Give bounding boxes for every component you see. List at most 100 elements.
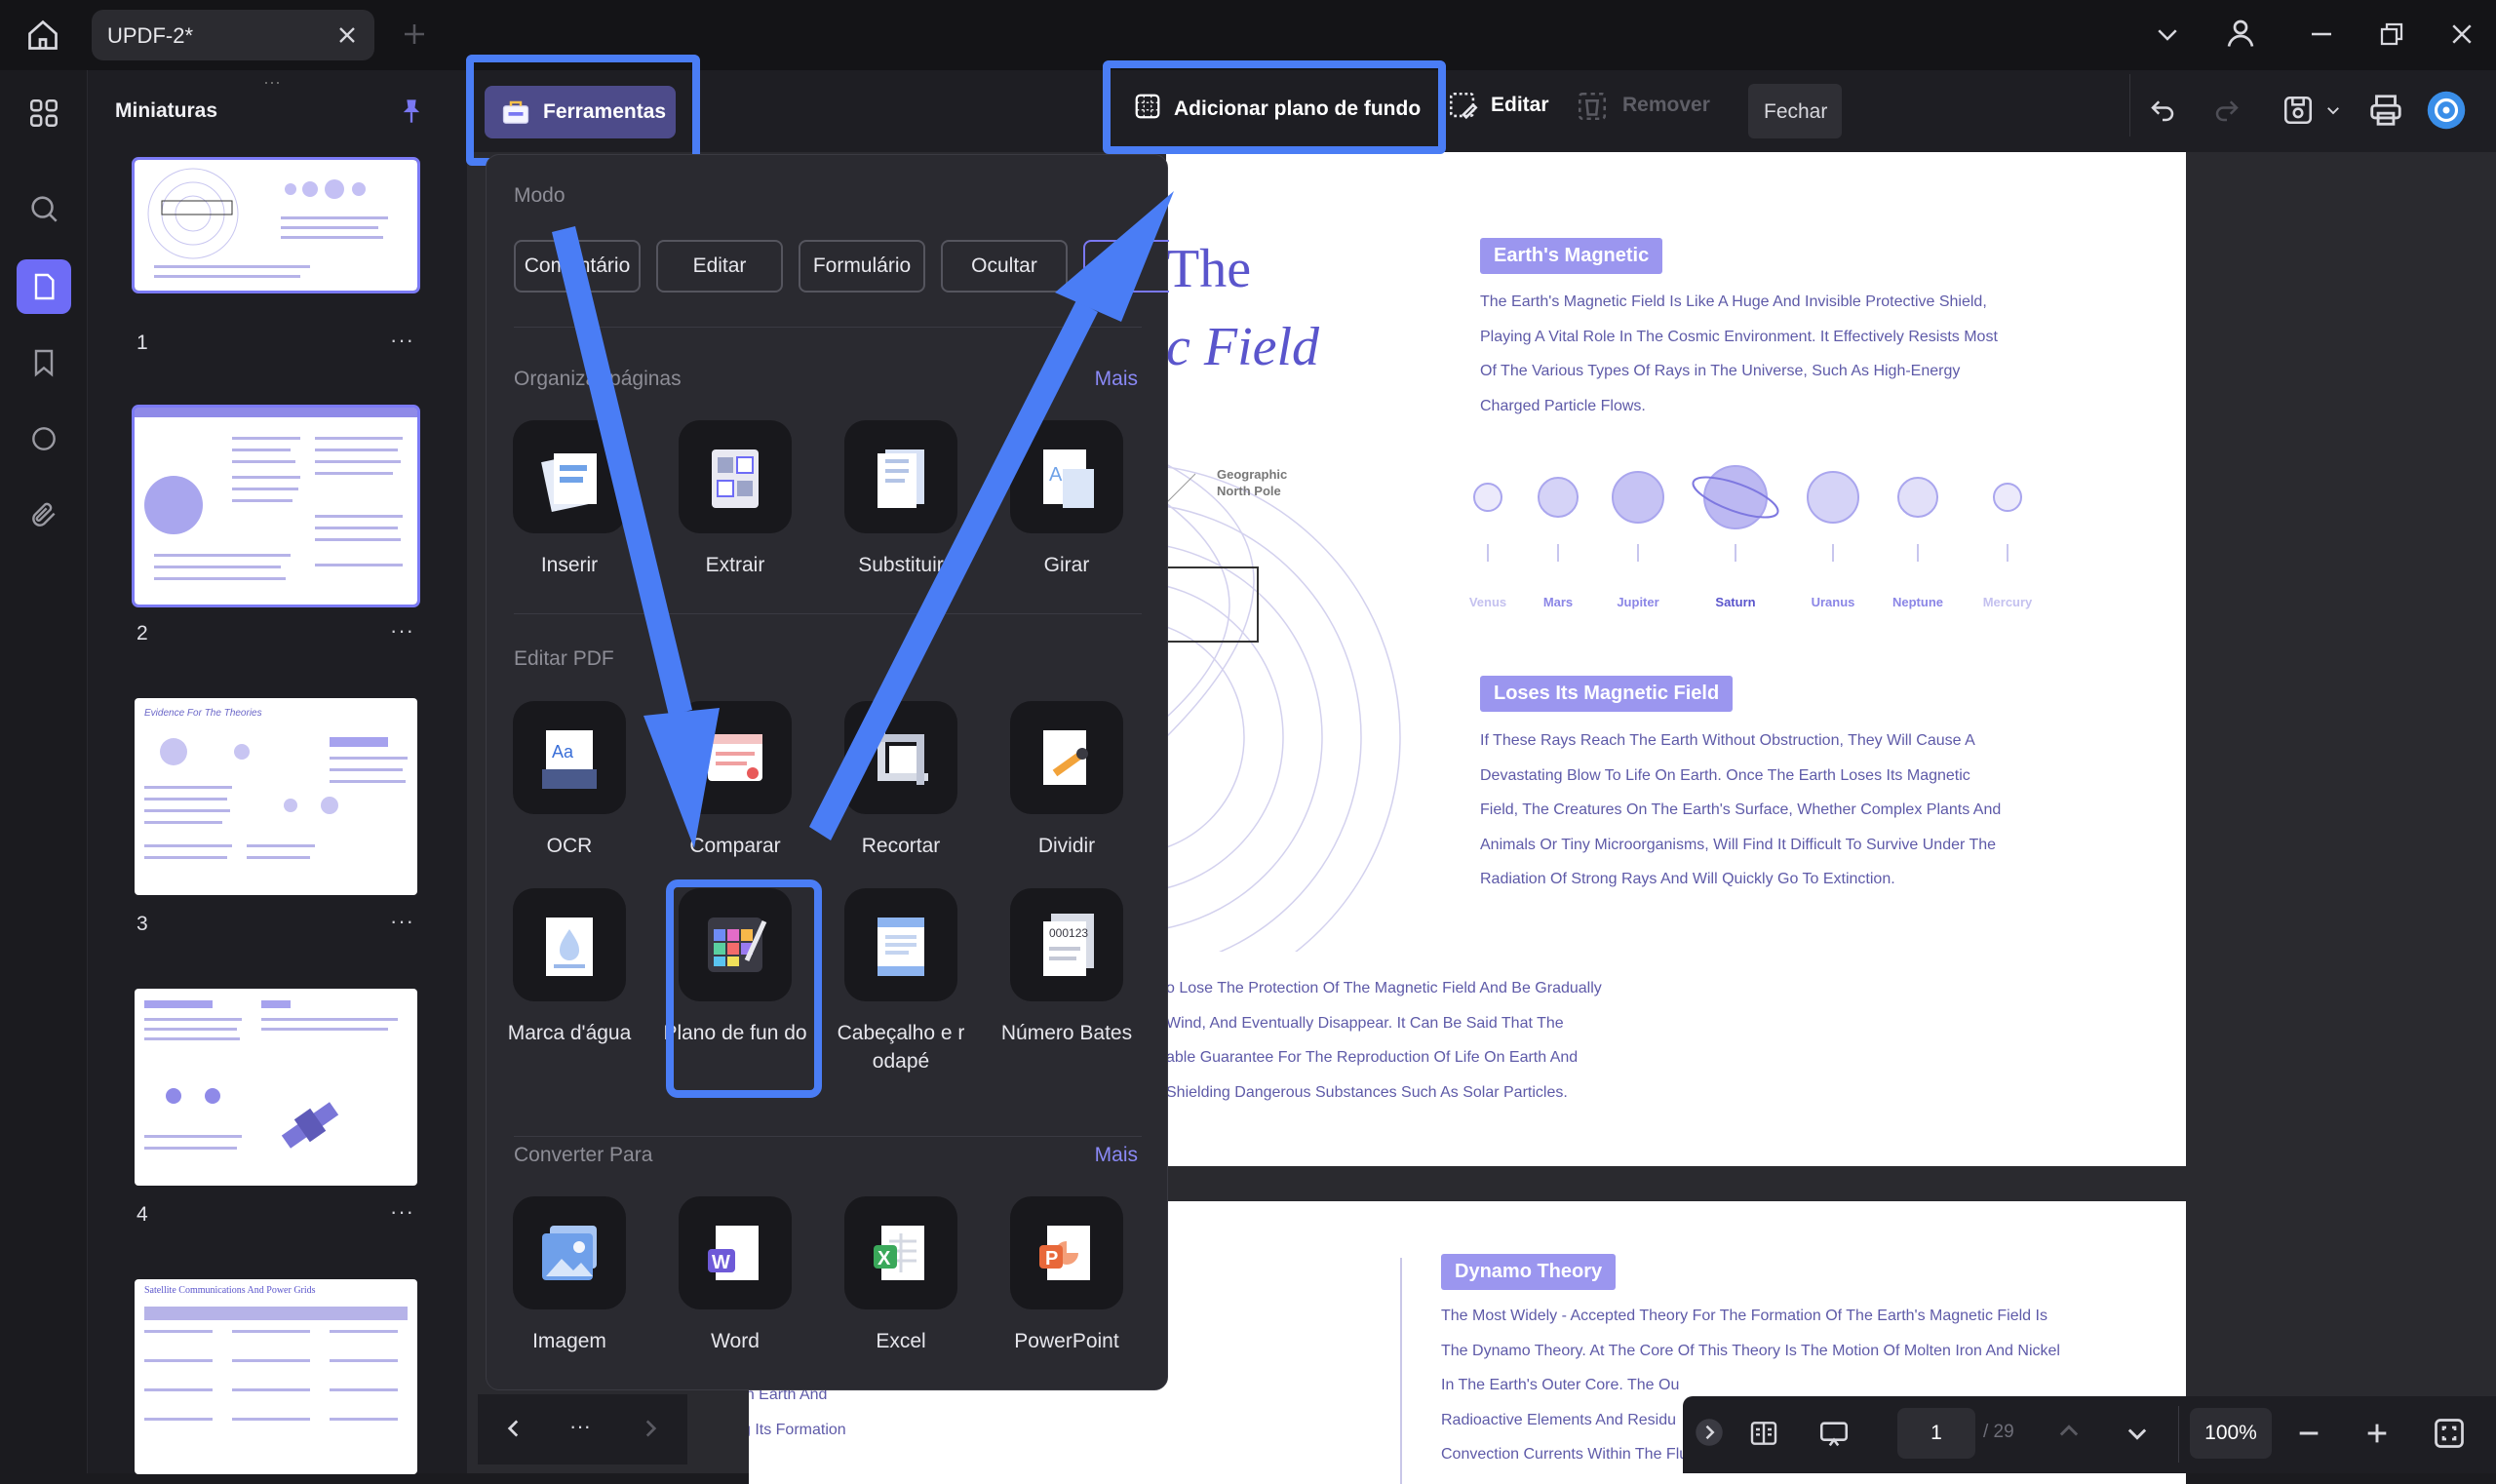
planet-label: Uranus [1811, 595, 1855, 609]
tool-compare[interactable]: Comparar [652, 701, 818, 860]
tool-label: PowerPoint [1014, 1330, 1119, 1352]
tool-replace[interactable]: Substituir [818, 420, 984, 579]
chevron-down-icon[interactable] [2153, 20, 2182, 49]
chevron-right-icon[interactable] [638, 1416, 663, 1441]
thumbnails-icon[interactable] [17, 259, 71, 314]
zoom-in-icon[interactable] [2363, 1420, 2391, 1447]
bar-divider [2178, 1406, 2179, 1463]
tool-label: Cabeçalho e r odapé [837, 1022, 965, 1073]
tool-label: Comparar [689, 835, 781, 857]
tool-watermark[interactable]: Marca d'água [487, 888, 652, 1047]
previous-page-icon[interactable] [2055, 1418, 2083, 1445]
magnetic-field-diagram [1166, 463, 1401, 952]
page-number-input[interactable]: 1 [1897, 1408, 1975, 1459]
page-thumbnail-1[interactable] [132, 157, 420, 293]
ai-assistant-icon[interactable] [2426, 90, 2467, 131]
svg-text:W: W [712, 1252, 730, 1273]
mode-form-button[interactable]: Formulário [799, 240, 925, 293]
ocr-icon: Aa [513, 701, 626, 814]
svg-text:000123: 000123 [1049, 926, 1088, 940]
page-thumbnail-3[interactable]: Evidence For The Theories [135, 698, 417, 895]
text-line: able Guarantee For The Reproduction Of L… [1166, 1049, 1579, 1066]
tool-split[interactable]: Dividir [984, 701, 1150, 860]
document-tab[interactable]: UPDF-2* [92, 10, 374, 60]
next-page-icon[interactable] [2124, 1420, 2151, 1447]
tools-popup: Modo Comentário Editar Formulário Oculta… [486, 154, 1169, 1390]
bookmark-icon[interactable] [17, 335, 71, 390]
tool-label: Marca d'água [507, 1022, 632, 1044]
page-thumbnail-2[interactable] [132, 405, 420, 607]
svg-text:A: A [1049, 464, 1063, 486]
mode-edit-button[interactable]: Editar [656, 240, 783, 293]
edit-background-button[interactable]: Editar [1491, 94, 1549, 117]
mode-redact-button[interactable]: Ocultar [941, 240, 1068, 293]
home-icon[interactable] [25, 18, 60, 53]
close-window-icon[interactable] [2447, 20, 2476, 49]
print-icon[interactable] [2367, 92, 2404, 129]
thumb-title: Satellite Communications And Power Grids [144, 1285, 316, 1296]
tool-rotate[interactable]: A Girar [984, 420, 1150, 579]
thumb-more-button[interactable]: ··· [390, 618, 414, 644]
edit-background-icon[interactable] [1447, 90, 1480, 123]
thumb-more-button[interactable]: ··· [390, 328, 414, 353]
divider [514, 613, 1142, 614]
close-label: Fechar [1764, 100, 1828, 123]
header-footer-icon [844, 888, 957, 1001]
tool-extract[interactable]: Extrair [652, 420, 818, 579]
tool-convert-image[interactable]: Imagem [487, 1196, 652, 1355]
save-options-chevron-icon[interactable] [2324, 101, 2342, 119]
minimize-icon[interactable] [2307, 20, 2336, 49]
undo-icon[interactable] [2147, 96, 2178, 125]
thumb-number: 3 [136, 913, 148, 935]
grid-view-icon[interactable] [17, 86, 71, 140]
tool-convert-word[interactable]: W Word [652, 1196, 818, 1355]
section-paragraph: If These Rays Reach The Earth Without Ob… [1480, 723, 2163, 897]
restore-icon[interactable] [2377, 20, 2406, 49]
tool-insert[interactable]: Inserir [487, 420, 652, 579]
resize-handle[interactable]: ··· [263, 72, 281, 93]
panel-title: Miniaturas [115, 99, 218, 122]
tool-crop[interactable]: Recortar [818, 701, 984, 860]
svg-text:P: P [1045, 1248, 1058, 1269]
more-options-button[interactable]: ··· [569, 1414, 591, 1439]
redo-icon[interactable] [2211, 96, 2242, 125]
presentation-icon[interactable] [1815, 1418, 1852, 1451]
mode-comment-button[interactable]: Comentário [514, 240, 641, 293]
tool-convert-excel[interactable]: X Excel [818, 1196, 984, 1355]
zoom-level-input[interactable]: 100% [2190, 1408, 2272, 1459]
page-thumbnail-5[interactable]: Satellite Communications And Power Grids [135, 1279, 417, 1474]
thumb-more-button[interactable]: ··· [390, 1199, 414, 1225]
section-heading: Earth's Magnetic [1480, 238, 1663, 274]
save-icon[interactable] [2282, 94, 2315, 127]
collapse-bar-icon[interactable] [1695, 1418, 1724, 1447]
convert-more-link[interactable]: Mais [1095, 1144, 1138, 1167]
chevron-left-icon[interactable] [501, 1416, 526, 1441]
page-thumbnail-4[interactable] [135, 989, 417, 1186]
fit-page-icon[interactable] [2432, 1416, 2467, 1451]
organize-more-link[interactable]: Mais [1095, 368, 1138, 391]
tool-ocr[interactable]: Aa OCR [487, 701, 652, 860]
thumbnail-panel: Miniaturas ··· 1 ··· 2 ··· Evidence For … [88, 70, 468, 1474]
tool-header-footer[interactable]: Cabeçalho e r odapé [818, 888, 984, 1075]
text-line: If These Rays Reach The Earth Without Ob… [1480, 732, 1975, 749]
comments-icon[interactable] [17, 411, 71, 466]
account-icon[interactable] [2223, 16, 2258, 51]
close-background-mode-button[interactable]: Fechar [1748, 84, 1842, 138]
close-tab-icon[interactable] [333, 21, 361, 49]
attachment-icon[interactable] [17, 488, 71, 542]
thumb-number: 2 [136, 622, 148, 644]
tool-convert-powerpoint[interactable]: P PowerPoint [984, 1196, 1150, 1355]
tool-label: Extrair [705, 554, 765, 576]
mode-more-button[interactable] [1083, 240, 1169, 293]
page-layout-icon[interactable] [1747, 1418, 1780, 1449]
remove-background-icon[interactable] [1576, 90, 1609, 123]
new-tab-icon[interactable] [400, 20, 429, 49]
thumb-more-button[interactable]: ··· [390, 909, 414, 934]
remove-background-button[interactable]: Remover [1622, 94, 1710, 117]
pin-icon[interactable] [398, 96, 425, 127]
tools-highlight [466, 55, 700, 166]
zoom-out-icon[interactable] [2295, 1420, 2322, 1447]
tool-bates-number[interactable]: 000123 Número Bates [984, 888, 1150, 1047]
diagram-label: Geographic North Pole [1217, 467, 1288, 498]
search-icon[interactable] [17, 181, 71, 236]
